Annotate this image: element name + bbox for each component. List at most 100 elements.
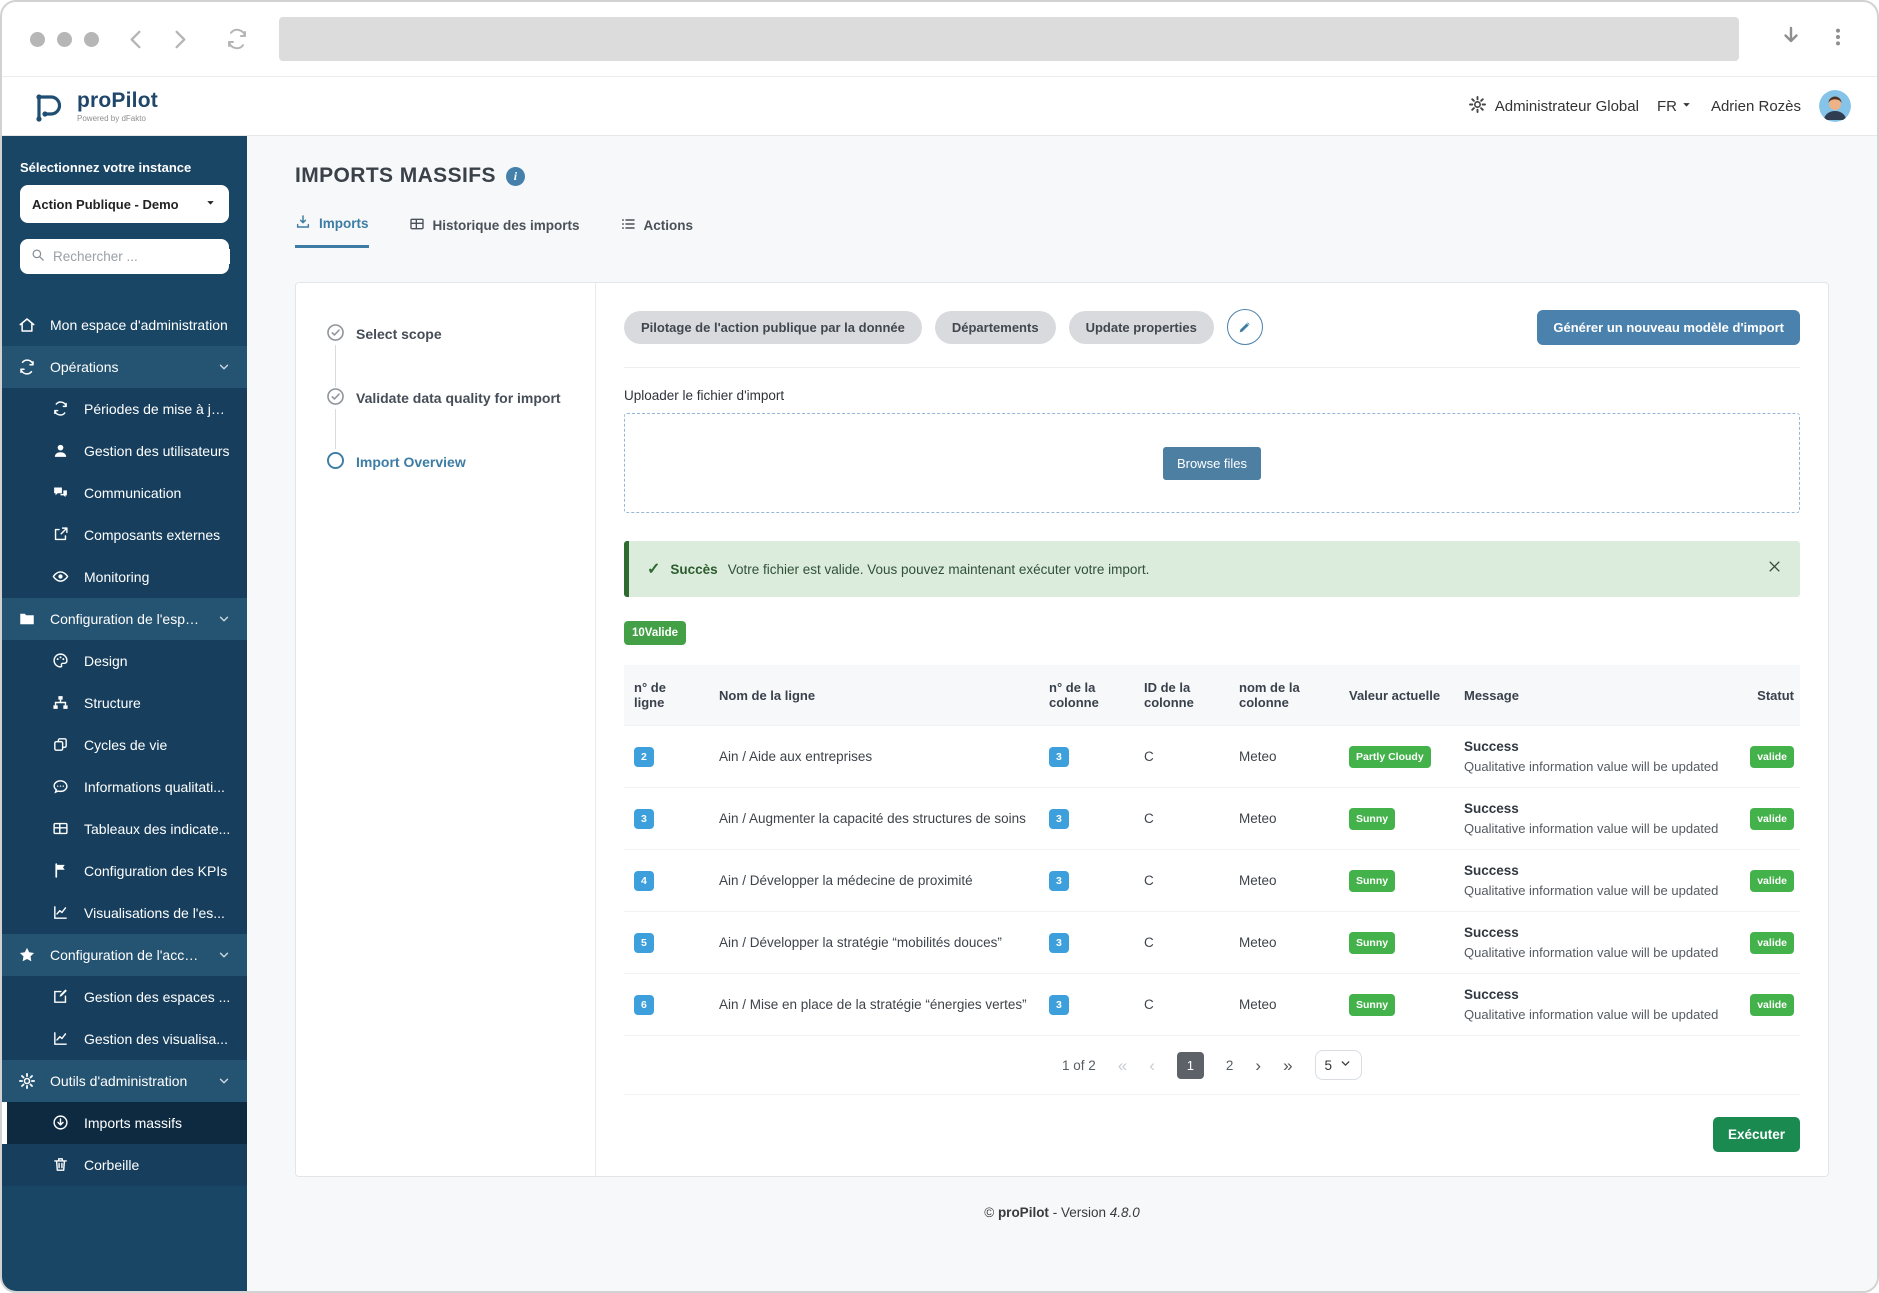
- sidebar-item-outils-administration[interactable]: Outils d'administration: [2, 1060, 247, 1102]
- tab-historique-imports[interactable]: Historique des imports: [409, 214, 580, 248]
- step-validate-data-quality[interactable]: Validate data quality for import: [326, 387, 577, 409]
- address-bar[interactable]: [279, 17, 1739, 61]
- folder-icon: [18, 610, 36, 628]
- message-title: Success: [1464, 801, 1519, 816]
- sidebar: Sélectionnez votre instance Action Publi…: [2, 136, 247, 1291]
- sidebar-item-config-kpis[interactable]: Configuration des KPIs: [2, 850, 247, 892]
- gear-icon: [18, 1072, 36, 1090]
- close-icon[interactable]: [1767, 559, 1782, 579]
- column-name-cell: Meteo: [1229, 787, 1339, 850]
- sidebar-item-informations-qualitatives[interactable]: Informations qualitati...: [2, 766, 247, 808]
- window-control-dot[interactable]: [30, 31, 45, 47]
- line-name-cell: Ain / Mise en place de la stratégie “éne…: [709, 973, 1039, 1035]
- execute-button[interactable]: Exécuter: [1712, 1117, 1800, 1152]
- window-controls[interactable]: [30, 31, 99, 47]
- flag-icon: [52, 862, 70, 880]
- col-header-status: Statut: [1730, 665, 1800, 726]
- sidebar-item-corbeille[interactable]: Corbeille: [2, 1144, 247, 1186]
- sidebar-item-gestion-espaces[interactable]: Gestion des espaces ...: [2, 976, 247, 1018]
- sidebar-item-config-espace[interactable]: Configuration de l'espace d...: [2, 598, 247, 640]
- role-menu[interactable]: Administrateur Global: [1468, 95, 1639, 118]
- sidebar-search[interactable]: [20, 239, 230, 274]
- current-value-badge: Sunny: [1349, 807, 1396, 830]
- page-1-button[interactable]: 1: [1176, 1051, 1204, 1079]
- sidebar-item-cycles-de-vie[interactable]: Cycles de vie: [2, 724, 247, 766]
- chevron-down-icon: [217, 1074, 231, 1088]
- generate-import-template-button[interactable]: Générer un nouveau modèle d'import: [1537, 309, 1800, 345]
- sidebar-item-structure[interactable]: Structure: [2, 682, 247, 724]
- app-header: proPilot Powered by dFakto Administrateu…: [2, 76, 1877, 136]
- scope-chip: Pilotage de l'action publique par la don…: [624, 310, 922, 344]
- window-control-dot[interactable]: [57, 31, 72, 47]
- sidebar-item-tableaux-indicateurs[interactable]: Tableaux des indicate...: [2, 808, 247, 850]
- sidebar-item-config-accueil[interactable]: Configuration de l'accueil: [2, 934, 247, 976]
- alert-message: Votre fichier est valide. Vous pouvez ma…: [727, 561, 1150, 577]
- propilot-logo[interactable]: proPilot Powered by dFakto: [28, 86, 158, 126]
- message-detail: Qualitative information value will be up…: [1464, 945, 1719, 960]
- import-card: Select scope Validate data quality for i…: [295, 282, 1829, 1177]
- sidebar-item-composants-externes[interactable]: Composants externes: [2, 514, 247, 556]
- sidebar-item-design[interactable]: Design: [2, 640, 247, 682]
- file-dropzone[interactable]: Browse files: [624, 413, 1800, 513]
- window-control-dot[interactable]: [84, 31, 99, 47]
- main-content: IMPORTS MASSIFS i Imports Historique des…: [247, 136, 1877, 1291]
- language-selector[interactable]: FR: [1657, 98, 1693, 115]
- status-badge: valide: [1750, 869, 1794, 892]
- step-select-scope[interactable]: Select scope: [326, 323, 577, 345]
- tab-imports[interactable]: Imports: [295, 214, 369, 248]
- message-cell: Success Qualitative information value wi…: [1454, 849, 1730, 912]
- sidebar-item-operations[interactable]: Opérations: [2, 346, 247, 388]
- browser-back-icon[interactable]: [125, 28, 148, 51]
- sidebar-item-monitoring[interactable]: Monitoring: [2, 556, 247, 598]
- column-id-cell: C: [1134, 911, 1229, 974]
- sidebar-item-visualisations[interactable]: Visualisations de l'es...: [2, 892, 247, 934]
- sidebar-item-periodes[interactable]: Périodes de mise à jour: [2, 388, 247, 430]
- import-panel: Pilotage de l'action publique par la don…: [596, 283, 1828, 1176]
- table-row: 5 Ain / Développer la stratégie “mobilit…: [624, 911, 1800, 974]
- column-number-badge: 3: [1049, 870, 1069, 891]
- browser-menu-icon[interactable]: [1827, 26, 1849, 53]
- page-2-button[interactable]: 2: [1226, 1058, 1234, 1073]
- last-page-button[interactable]: »: [1283, 1057, 1292, 1074]
- brand-tagline: Powered by dFakto: [77, 114, 146, 123]
- current-value-badge: Sunny: [1349, 869, 1396, 892]
- avatar[interactable]: [1819, 90, 1851, 122]
- browser-refresh-icon[interactable]: [225, 27, 249, 51]
- footer-version: 4.8.0: [1109, 1205, 1140, 1220]
- tab-actions[interactable]: Actions: [620, 214, 693, 248]
- user-name[interactable]: Adrien Rozès: [1711, 98, 1801, 115]
- column-id-cell: C: [1134, 973, 1229, 1035]
- edit-scope-button[interactable]: [1226, 309, 1263, 345]
- instance-select[interactable]: Action Publique - Demo: [20, 185, 229, 223]
- footer-brand: proPilot: [997, 1205, 1049, 1220]
- message-cell: Success Qualitative information value wi…: [1454, 911, 1730, 974]
- info-icon[interactable]: i: [505, 166, 525, 186]
- current-value-badge: Partly Cloudy: [1349, 745, 1431, 768]
- step-import-overview[interactable]: Import Overview: [326, 451, 577, 473]
- sidebar-item-utilisateurs[interactable]: Gestion des utilisateurs: [2, 430, 247, 472]
- search-input[interactable]: [53, 249, 230, 264]
- column-id-cell: C: [1134, 725, 1229, 788]
- table-row: 3 Ain / Augmenter la capacité des struct…: [624, 787, 1800, 850]
- upload-label: Uploader le fichier d'import: [624, 388, 785, 403]
- col-header-col-id: ID de la colonne: [1134, 665, 1229, 726]
- message-detail: Qualitative information value will be up…: [1464, 883, 1719, 898]
- sidebar-item-communication[interactable]: Communication: [2, 472, 247, 514]
- column-number-badge: 3: [1049, 746, 1069, 767]
- palette-icon: [52, 652, 70, 670]
- first-page-button[interactable]: «: [1118, 1057, 1127, 1074]
- comment-icon: [52, 778, 70, 796]
- col-header-col-no: n° de la colonne: [1039, 665, 1134, 726]
- page-size-select[interactable]: 5: [1314, 1050, 1363, 1080]
- chart-line-icon: [52, 904, 70, 922]
- browse-files-button[interactable]: Browse files: [1162, 446, 1262, 480]
- sidebar-item-mon-espace[interactable]: Mon espace d'administration: [2, 304, 247, 346]
- prev-page-button[interactable]: ‹: [1149, 1057, 1155, 1074]
- sidebar-item-gestion-visualisations[interactable]: Gestion des visualisa...: [2, 1018, 247, 1060]
- sidebar-item-imports-massifs[interactable]: Imports massifs: [2, 1102, 247, 1144]
- import-results-table: n° de ligne Nom de la ligne n° de la col…: [624, 665, 1800, 1035]
- browser-forward-icon[interactable]: [168, 28, 191, 51]
- column-id-cell: C: [1134, 849, 1229, 912]
- download-icon[interactable]: [1779, 25, 1803, 54]
- next-page-button[interactable]: ›: [1255, 1057, 1261, 1074]
